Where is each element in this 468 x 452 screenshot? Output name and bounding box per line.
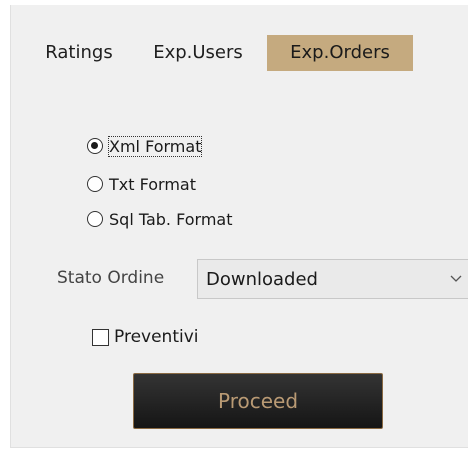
tab-exp-orders[interactable]: Exp.Orders [267,35,413,71]
preventivi-checkbox[interactable] [92,328,109,346]
radio-button-checked[interactable] [87,138,103,154]
radio-button[interactable] [87,176,103,192]
tab-bar: Ratings Exp.Users Exp.Orders [11,35,468,71]
export-panel: Ratings Exp.Users Exp.Orders Xml Format … [10,5,468,448]
radio-txt-format[interactable]: Txt Format [87,171,196,197]
radio-sql-label[interactable]: Sql Tab. Format [109,210,232,229]
preventivi-label[interactable]: Preventivi [114,327,199,347]
radio-txt-label[interactable]: Txt Format [109,175,196,194]
radio-button[interactable] [87,211,103,227]
tab-exp-users[interactable]: Exp.Users [137,35,259,71]
stato-ordine-label: Stato Ordine [57,268,165,288]
stato-ordine-value: Downloaded [206,269,318,290]
radio-sql-format[interactable]: Sql Tab. Format [87,206,232,232]
radio-xml-label[interactable]: Xml Format [107,135,203,157]
radio-xml-format[interactable]: Xml Format [87,133,203,159]
proceed-button[interactable]: Proceed [133,373,383,429]
chevron-down-icon [450,275,462,282]
tab-ratings[interactable]: Ratings [25,35,133,71]
stato-ordine-select[interactable]: Downloaded [197,259,468,299]
preventivi-checkbox-row[interactable]: Preventivi [92,325,199,349]
